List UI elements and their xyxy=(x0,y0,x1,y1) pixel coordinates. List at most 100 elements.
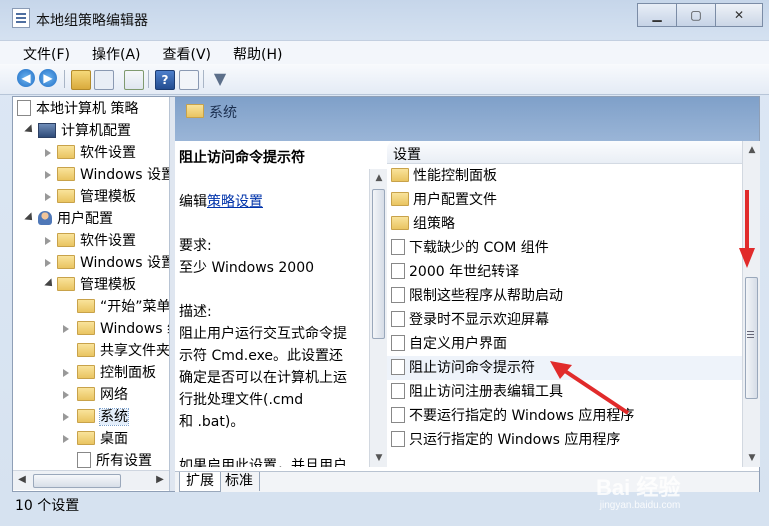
menu-file[interactable]: 文件(F) xyxy=(0,41,77,64)
scroll-down-icon[interactable]: ▼ xyxy=(746,452,758,464)
scroll-right-icon[interactable]: ▶ xyxy=(153,473,167,487)
filter-icon[interactable]: ▼ xyxy=(211,70,229,88)
tree-item-user-config[interactable]: 用户配置 xyxy=(24,208,113,230)
menu-help[interactable]: 帮助(H) xyxy=(218,41,289,64)
collapsed-triangle-icon[interactable] xyxy=(45,259,51,267)
collapsed-triangle-icon[interactable] xyxy=(63,413,69,421)
minimize-icon: ▁ xyxy=(652,8,662,22)
tree-item-computer-config[interactable]: 计算机配置 xyxy=(24,120,131,142)
scrollbar-thumb[interactable] xyxy=(33,474,121,488)
toolbar-separator xyxy=(203,70,204,88)
list-item[interactable]: 登录时不显示欢迎屏幕 xyxy=(387,308,742,332)
tree-item-windows-settings[interactable]: Windows 设置 xyxy=(45,164,169,186)
edit-policy-link[interactable]: 策略设置 xyxy=(207,194,263,210)
tree-item-windows-settings[interactable]: Windows 设置 xyxy=(45,252,169,274)
list-item[interactable]: 性能控制面板 xyxy=(387,164,742,188)
tree-item-control-panel[interactable]: 控制面板 xyxy=(63,362,156,384)
tree-item-all-settings[interactable]: 所有设置 xyxy=(77,450,152,470)
policy-icon xyxy=(391,383,405,399)
tree-item-system[interactable]: 系统 xyxy=(63,406,129,428)
list-item[interactable]: 2000 年世纪转译 xyxy=(387,260,742,284)
scroll-down-icon[interactable]: ▼ xyxy=(373,452,385,464)
tab-extended[interactable]: 扩展 xyxy=(179,472,221,492)
minimize-button[interactable]: ▁ xyxy=(637,3,677,27)
annotation-arrow-head xyxy=(550,361,572,379)
tree-item-label: 所有设置 xyxy=(96,453,152,469)
tree-horizontal-scrollbar[interactable]: ◀ ▶ xyxy=(13,470,169,490)
menu-action[interactable]: 操作(A) xyxy=(77,41,148,64)
collapsed-triangle-icon[interactable] xyxy=(45,193,51,201)
list-item-label: 阻止访问命令提示符 xyxy=(409,360,535,376)
expanded-triangle-icon[interactable] xyxy=(44,278,56,290)
description-line: 确定是否可以在计算机上运 xyxy=(179,370,347,386)
tree-item-network[interactable]: 网络 xyxy=(63,384,128,406)
policy-icon xyxy=(391,335,405,351)
policy-title: 阻止访问命令提示符 xyxy=(179,150,305,166)
tree-item-shared-folders[interactable]: 共享文件夹 xyxy=(77,340,169,362)
scroll-left-icon[interactable]: ◀ xyxy=(15,473,29,487)
tree-root[interactable]: 本地计算机 策略 xyxy=(17,98,138,120)
collapsed-triangle-icon[interactable] xyxy=(45,149,51,157)
tree-item-software-settings[interactable]: 软件设置 xyxy=(45,230,136,252)
list-item-label: 2000 年世纪转译 xyxy=(409,264,520,280)
properties-icon[interactable] xyxy=(179,70,199,90)
list-item[interactable]: 自定义用户界面 xyxy=(387,332,742,356)
collapsed-triangle-icon[interactable] xyxy=(63,435,69,443)
column-header-settings[interactable]: 设置 xyxy=(393,144,421,164)
policy-icon xyxy=(391,407,405,423)
list-item-label: 登录时不显示欢迎屏幕 xyxy=(409,312,549,328)
tree-root-label: 本地计算机 策略 xyxy=(36,101,139,117)
tab-standard[interactable]: 标准 xyxy=(219,472,260,491)
tree-item-label: Windows 设置 xyxy=(80,255,169,271)
list-item[interactable]: 限制这些程序从帮助启动 xyxy=(387,284,742,308)
list-column-header[interactable]: 设置 xyxy=(387,141,759,164)
collapsed-triangle-icon[interactable] xyxy=(63,391,69,399)
tree-item-admin-templates[interactable]: 管理模板 xyxy=(44,274,136,296)
section-title: 系统 xyxy=(209,105,237,121)
tree-item-label: 共享文件夹 xyxy=(100,343,169,359)
description-panel: 阻止访问命令提示符 编辑策略设置 要求: 至少 Windows 2000 描述:… xyxy=(175,141,373,467)
maximize-button[interactable]: ▢ xyxy=(676,3,716,27)
tree-item-software-settings[interactable]: 软件设置 xyxy=(45,142,136,164)
show-hide-tree-icon[interactable] xyxy=(94,70,114,90)
list-item-label: 组策略 xyxy=(413,216,455,232)
annotation-arrow-shaft xyxy=(560,367,630,415)
folder-icon xyxy=(391,192,409,206)
scrollbar-thumb[interactable] xyxy=(745,277,758,399)
description-line: 阻止用户运行交互式命令提 xyxy=(179,326,347,342)
tree-item-admin-templates[interactable]: 管理模板 xyxy=(45,186,136,208)
list-item[interactable]: 组策略 xyxy=(387,212,742,236)
tree-item-start-menu[interactable]: “开始”菜单 xyxy=(77,296,169,318)
forward-arrow-icon[interactable]: ▶ xyxy=(39,69,57,87)
policy-icon xyxy=(391,311,405,327)
collapsed-triangle-icon[interactable] xyxy=(45,237,51,245)
policy-icon xyxy=(391,239,405,255)
expanded-triangle-icon[interactable] xyxy=(24,212,36,224)
baidu-watermark: Bai 经验 jingyan.baidu.com xyxy=(596,470,680,511)
tree-item-label: 管理模板 xyxy=(80,189,136,205)
tree-item-windows-components[interactable]: Windows 组件 xyxy=(63,318,169,340)
expanded-triangle-icon[interactable] xyxy=(24,124,36,136)
list-item[interactable]: 用户配置文件 xyxy=(387,188,742,212)
collapsed-triangle-icon[interactable] xyxy=(45,171,51,179)
scrollbar-thumb[interactable] xyxy=(372,189,385,339)
folder-icon xyxy=(57,255,75,269)
tree-item-desktop[interactable]: 桌面 xyxy=(63,428,128,450)
back-arrow-icon[interactable]: ◀ xyxy=(17,69,35,87)
export-list-icon[interactable] xyxy=(124,70,144,90)
annotation-down-arrow-icon xyxy=(739,190,755,268)
edit-prefix: 编辑 xyxy=(179,194,207,210)
description-vertical-scrollbar[interactable]: ▲ ▼ xyxy=(369,169,387,467)
scroll-up-icon[interactable]: ▲ xyxy=(746,144,758,156)
scroll-up-icon[interactable]: ▲ xyxy=(373,172,385,184)
tree-item-label: 网络 xyxy=(100,387,128,403)
close-button[interactable]: ✕ xyxy=(715,3,763,27)
list-item[interactable]: 下载缺少的 COM 组件 xyxy=(387,236,742,260)
tree-item-label: 软件设置 xyxy=(80,233,136,249)
list-item[interactable]: 只运行指定的 Windows 应用程序 xyxy=(387,428,742,452)
menu-view[interactable]: 查看(V) xyxy=(148,41,219,64)
up-folder-icon[interactable] xyxy=(71,70,91,90)
collapsed-triangle-icon[interactable] xyxy=(63,325,69,333)
collapsed-triangle-icon[interactable] xyxy=(63,369,69,377)
help-icon[interactable]: ? xyxy=(155,70,175,90)
